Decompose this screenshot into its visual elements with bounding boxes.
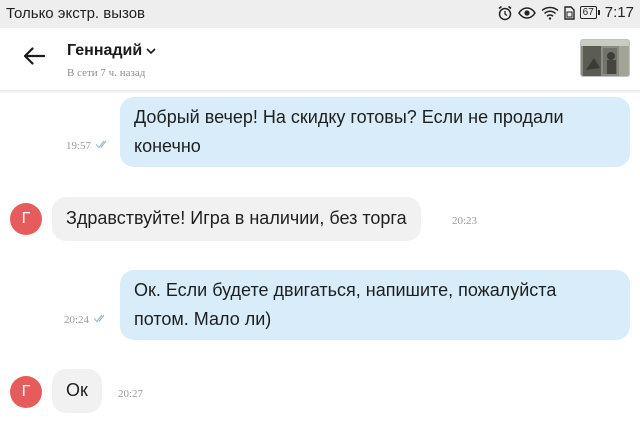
message-text-line: Добрый вечер! На скидку готовы? Если не … <box>134 107 564 127</box>
message-time: 20:23 <box>452 215 478 227</box>
eye-icon <box>517 6 536 20</box>
wifi-icon <box>541 6 559 20</box>
contact-name: Геннадий <box>67 42 143 59</box>
header-divider <box>0 90 640 94</box>
avatar-letter: Г <box>21 210 31 227</box>
contact-avatar[interactable]: Г <box>10 203 42 235</box>
message-meta: 20:24 <box>64 314 107 326</box>
listing-image <box>581 40 629 76</box>
clock-time: 7:17 <box>604 4 634 21</box>
message-text: Ок <box>66 380 88 400</box>
carrier-status-text: Только экстр. вызов <box>6 5 146 22</box>
message-text: Здравствуйте! Игра в наличии, без торга <box>66 208 407 228</box>
chat-header: Геннадий В сети 7 ч. назад <box>0 28 640 90</box>
sim-icon <box>563 5 575 20</box>
contact-last-seen: В сети 7 ч. назад <box>67 67 146 79</box>
listing-thumbnail[interactable] <box>580 39 630 77</box>
message-text-line: потом. Мало ли) <box>134 309 272 329</box>
chevron-down-icon <box>146 42 156 60</box>
contact-name-button[interactable]: Геннадий <box>67 42 156 60</box>
status-icons: 67 7:17 <box>497 4 634 21</box>
read-check-icon <box>93 314 107 326</box>
message-text-line: Ок. Если будете двигаться, напишите, пож… <box>134 280 557 300</box>
read-check-icon <box>95 140 109 152</box>
message-bubble-incoming[interactable]: Ок <box>52 369 102 413</box>
back-button[interactable] <box>18 42 50 74</box>
contact-avatar[interactable]: Г <box>10 376 42 408</box>
status-bar: Только экстр. вызов 67 7:17 <box>0 0 640 28</box>
message-time: 20:27 <box>118 388 144 400</box>
avatar-letter: Г <box>21 383 31 400</box>
battery-level: 67 <box>579 6 597 19</box>
back-arrow-icon <box>23 46 46 70</box>
alarm-icon <box>497 5 513 21</box>
message-bubble-incoming[interactable]: Здравствуйте! Игра в наличии, без торга <box>52 197 421 241</box>
message-meta: 19:57 <box>66 140 109 152</box>
message-bubble-outgoing[interactable]: Ок. Если будете двигаться, напишите, пож… <box>120 270 630 340</box>
message-bubble-outgoing[interactable]: Добрый вечер! На скидку готовы? Если не … <box>120 97 630 167</box>
message-time: 19:57 <box>66 140 92 152</box>
battery-icon: 67 <box>579 6 600 19</box>
message-text-line: конечно <box>134 136 201 156</box>
message-time: 20:24 <box>64 314 90 326</box>
